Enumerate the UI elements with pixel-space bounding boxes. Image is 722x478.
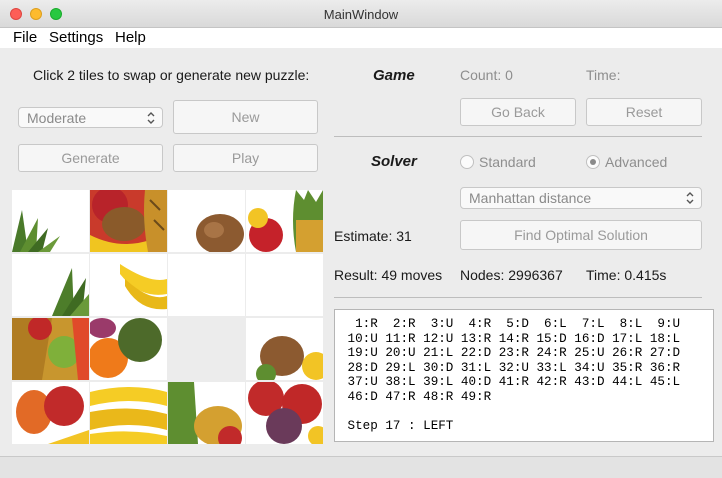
title-bar: MainWindow [0, 0, 722, 28]
updown-chevron-icon [147, 112, 155, 124]
find-optimal-solution-button[interactable]: Find Optimal Solution [460, 220, 702, 250]
game-heading: Game [373, 67, 415, 84]
tile-fruit-mix-1[interactable] [90, 190, 167, 252]
move-count: Count: 0 [460, 67, 513, 83]
menu-help[interactable]: Help [115, 29, 146, 46]
advanced-radio[interactable] [586, 155, 600, 169]
divider-solver-output [334, 297, 702, 298]
status-bar [0, 456, 722, 478]
divider-game-solver [334, 136, 702, 137]
tile-pineapple-top[interactable] [12, 254, 89, 316]
puzzle-grid [12, 190, 324, 444]
tile-mango-apple[interactable] [12, 382, 89, 444]
solution-line: 28:D 29:L 30:D 31:L 32:U 33:L 34:U 35:R … [340, 360, 681, 375]
game-time: Time: [586, 67, 621, 83]
solution-line: 46:D 47:R 48:R 49:R [340, 389, 492, 404]
tile-blank-2[interactable] [246, 254, 323, 316]
tile-pineapple-body[interactable] [168, 382, 245, 444]
solution-line: 10:U 11:R 12:U 13:R 14:R 15:D 16:D 17:L … [340, 331, 681, 346]
solution-output[interactable]: 1:R 2:R 3:U 4:R 5:D 6:L 7:L 8:L 9:U 10:U… [334, 309, 714, 442]
tile-pineapple-leaves[interactable] [12, 190, 89, 252]
solution-line [340, 405, 713, 420]
generate-button[interactable]: Generate [18, 144, 163, 172]
tile-coconut-fruits[interactable] [246, 318, 323, 380]
go-back-button[interactable]: Go Back [460, 98, 576, 126]
solution-line: 19:U 20:U 21:L 22:D 23:R 24:R 25:U 26:R … [340, 346, 681, 361]
solve-time-label: Time: 0.415s [586, 267, 667, 283]
tile-avocado-orange[interactable] [90, 318, 167, 380]
difficulty-value: Moderate [27, 109, 87, 126]
instructions-label: Click 2 tiles to swap or generate new pu… [33, 67, 310, 83]
play-button[interactable]: Play [173, 144, 318, 172]
solver-heading: Solver [371, 153, 417, 170]
tile-apples-pineapple[interactable] [246, 190, 323, 252]
tile-blank-1[interactable] [168, 254, 245, 316]
heuristic-select[interactable]: Manhattan distance [460, 187, 702, 209]
tile-bananas[interactable] [90, 382, 167, 444]
solution-line: 37:U 38:L 39:L 40:D 41:R 42:R 43:D 44:L … [340, 375, 681, 390]
tile-coconut[interactable] [168, 190, 245, 252]
updown-chevron-icon [686, 192, 694, 204]
window-title: MainWindow [323, 7, 399, 22]
tile-passion-fruit[interactable] [246, 382, 323, 444]
tile-bananas-top[interactable] [90, 254, 167, 316]
menu-bar: File Settings Help [0, 28, 722, 48]
standard-radio-label: Standard [479, 154, 536, 170]
new-button[interactable]: New [173, 100, 318, 134]
result-label: Result: 49 moves [334, 267, 443, 283]
solution-line: Step 17 : LEFT [340, 419, 454, 434]
difficulty-select[interactable]: Moderate [18, 107, 163, 128]
solution-line: 1:R 2:R 3:U 4:R 5:D 6:L 7:L 8:L 9:U [340, 317, 681, 331]
advanced-radio-label: Advanced [605, 154, 668, 170]
tile-pineapple-lime[interactable] [12, 318, 89, 380]
nodes-label: Nodes: 2996367 [460, 267, 563, 283]
reset-button[interactable]: Reset [586, 98, 702, 126]
tile-empty-slot[interactable] [168, 318, 245, 380]
standard-radio[interactable] [460, 155, 474, 169]
heuristic-value: Manhattan distance [469, 190, 592, 206]
menu-file[interactable]: File [13, 29, 37, 46]
menu-settings[interactable]: Settings [49, 29, 103, 46]
estimate-label: Estimate: 31 [334, 228, 412, 244]
